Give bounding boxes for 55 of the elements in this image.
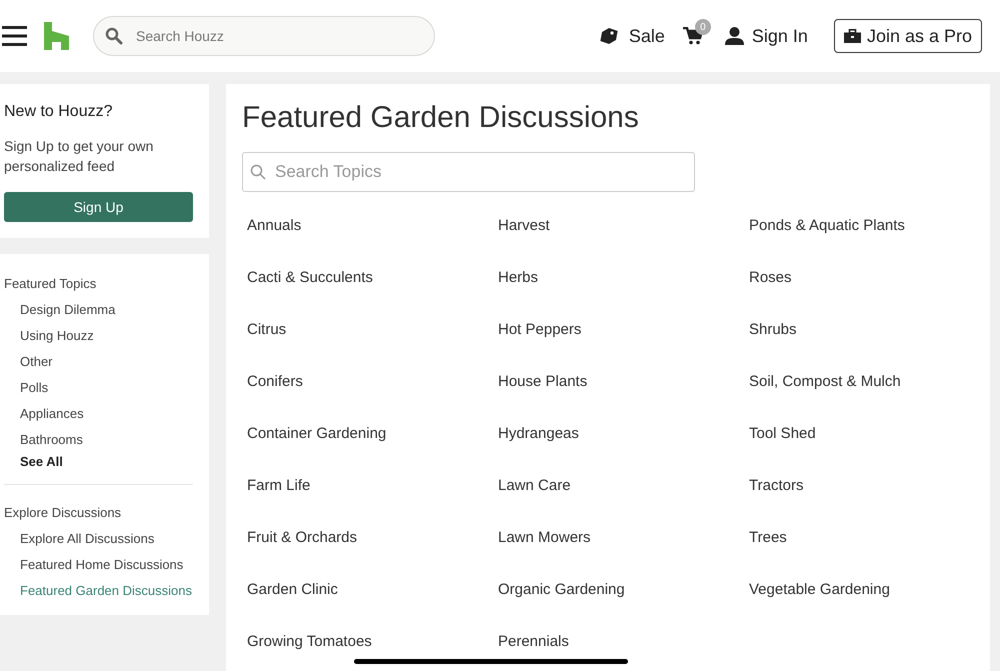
join-as-pro-button[interactable]: Join as a Pro — [834, 19, 982, 53]
topic-link[interactable]: Ponds & Aquatic Plants — [749, 217, 905, 234]
topic-link[interactable]: Farm Life — [247, 477, 310, 494]
topic-search-field[interactable]: Search Topics — [242, 152, 695, 192]
topic-link[interactable]: Organic Gardening — [498, 581, 625, 598]
topic-link[interactable]: Shrubs — [749, 321, 797, 338]
person-icon — [724, 27, 744, 45]
search-icon — [250, 164, 266, 180]
topic-link[interactable]: Perennials — [498, 633, 569, 650]
topic-link[interactable]: Soil, Compost & Mulch — [749, 373, 901, 390]
see-all-link[interactable]: See All — [4, 452, 193, 470]
topic-link[interactable]: House Plants — [498, 373, 588, 390]
card-title: New to Houzz? — [4, 102, 114, 122]
topic-link[interactable]: Container Gardening — [247, 425, 386, 442]
nav-link[interactable]: Polls — [4, 378, 193, 396]
menu-icon[interactable] — [2, 26, 27, 46]
tag-icon — [598, 27, 619, 45]
topic-link[interactable]: Growing Tomatoes — [247, 633, 372, 650]
nav-link[interactable]: Other — [4, 352, 193, 370]
page-title: Featured Garden Discussions — [242, 100, 640, 136]
topic-link[interactable]: Citrus — [247, 321, 286, 338]
topic-link[interactable]: Harvest — [498, 217, 550, 234]
nav-link[interactable]: Explore All Discussions — [4, 529, 193, 547]
topic-link[interactable]: Fruit & Orchards — [247, 529, 358, 546]
nav-link[interactable]: Bathrooms — [4, 430, 193, 448]
topic-link[interactable]: Tool Shed — [749, 425, 816, 442]
cart-count-badge: 0 — [694, 19, 711, 35]
nav-link[interactable]: Appliances — [4, 404, 193, 422]
topic-link[interactable]: Tractors — [749, 477, 804, 494]
nav-link[interactable]: Featured Home Discussions — [4, 555, 193, 573]
sign-up-button[interactable]: Sign Up — [4, 192, 193, 222]
topic-link[interactable]: Lawn Mowers — [498, 529, 591, 546]
house-logo-icon[interactable] — [44, 22, 69, 50]
topic-link[interactable]: Conifers — [247, 373, 303, 390]
topic-link[interactable]: Roses — [749, 269, 792, 286]
search-field[interactable]: Search Houzz — [93, 16, 435, 56]
briefcase-icon — [844, 29, 861, 43]
nav-link[interactable]: Using Houzz — [4, 326, 193, 344]
topic-link[interactable]: Annuals — [247, 217, 302, 234]
signup-text: Sign Up to get your own personalized feed — [4, 137, 154, 176]
topic-link[interactable]: Trees — [749, 529, 787, 546]
topic-link[interactable]: Hydrangeas — [498, 425, 579, 442]
topic-link[interactable]: Cacti & Succulents — [247, 269, 373, 286]
search-icon — [105, 27, 123, 45]
topic-link[interactable]: Herbs — [498, 269, 538, 286]
sign-in-link[interactable]: Sign In — [724, 22, 808, 50]
topic-link[interactable]: Vegetable Gardening — [749, 581, 890, 598]
nav-link[interactable]: Design Dilemma — [4, 300, 193, 318]
topic-link[interactable]: Hot Peppers — [498, 321, 582, 338]
sale-link[interactable]: Sale — [598, 22, 665, 50]
topic-link[interactable]: Garden Clinic — [247, 581, 338, 598]
section-heading: Explore Discussions — [4, 504, 122, 521]
topic-link[interactable]: Lawn Care — [498, 477, 571, 494]
nav-link[interactable]: Featured Garden Discussions — [4, 581, 193, 599]
section-heading: Featured Topics — [4, 275, 98, 292]
